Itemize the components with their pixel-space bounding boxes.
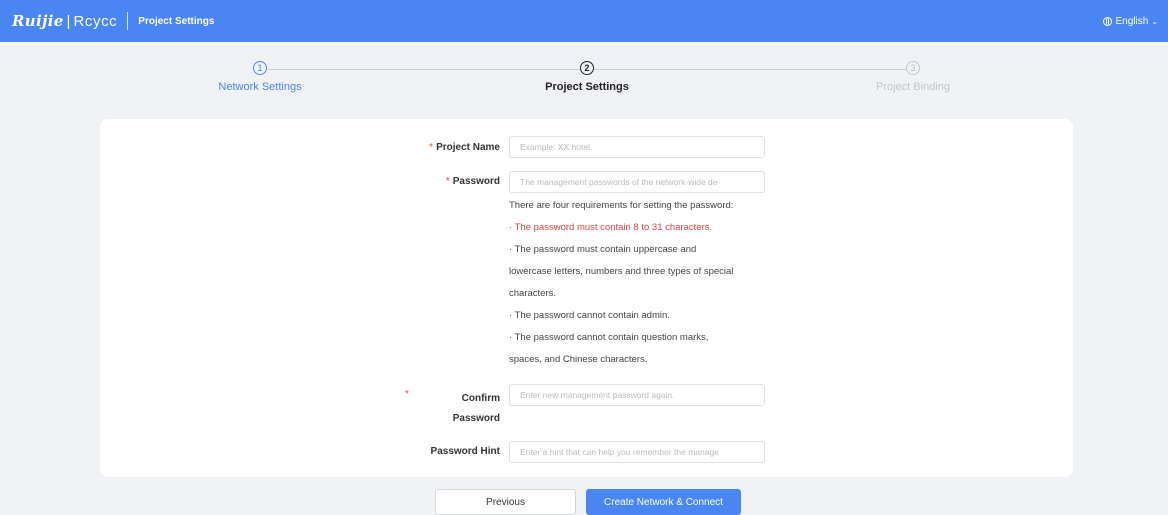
rule-composition-end: characters. xyxy=(509,288,556,299)
top-bar: Ruijie | Rcycc Project Settings English … xyxy=(0,0,1168,42)
language-label: English xyxy=(1115,15,1149,27)
rule-no-special-cont: spaces, and Chinese characters. xyxy=(509,354,648,365)
password-hint-input[interactable] xyxy=(509,441,765,463)
logo-reyee-text: Rcycc xyxy=(73,12,118,30)
step-2-circle: 2 xyxy=(580,61,594,75)
previous-button[interactable]: Previous xyxy=(435,489,576,515)
logo-ruijie-text: Ruijie xyxy=(12,12,64,30)
project-name-label: * Project Name xyxy=(429,142,500,153)
confirm-password-label: Confirm Password xyxy=(452,393,500,424)
progress-stepper: 1 Network Settings 2 Project Settings 3 … xyxy=(0,58,1168,108)
password-requirements: There are four requirements for setting … xyxy=(509,195,774,371)
step-project-settings: 2 Project Settings xyxy=(487,61,687,93)
step-project-binding: 3 Project Binding xyxy=(813,61,1013,93)
password-label: * Password xyxy=(445,176,500,187)
project-settings-card: *Project Name *Password There are four r… xyxy=(100,119,1073,477)
step-network-settings: 1 Network Settings xyxy=(160,61,360,93)
step-2-label: Project Settings xyxy=(545,81,629,93)
confirm-password-input[interactable] xyxy=(509,384,765,406)
step-3-label: Project Binding xyxy=(876,81,950,93)
rule-composition-cont: lowercase letters, numbers and three typ… xyxy=(509,266,734,277)
rule-length: · The password must contain 8 to 31 char… xyxy=(509,222,713,233)
create-network-connect-button[interactable]: Create Network & Connect xyxy=(586,489,741,515)
required-mark: * xyxy=(429,142,434,153)
rule-composition: · The password must contain uppercase an… xyxy=(509,244,697,255)
rule-no-admin: · The password cannot contain admin. xyxy=(509,310,670,321)
header-divider xyxy=(127,12,129,30)
project-name-input[interactable] xyxy=(509,136,765,158)
password-input[interactable] xyxy=(509,171,765,193)
globe-icon xyxy=(1103,16,1113,26)
language-selector[interactable]: English ⌄ xyxy=(1103,0,1158,42)
page-title: Project Settings xyxy=(138,15,215,27)
required-mark: * xyxy=(405,389,409,400)
step-3-circle: 3 xyxy=(906,61,920,75)
requirements-intro: There are four requirements for setting … xyxy=(509,200,734,211)
chevron-down-icon: ⌄ xyxy=(1151,16,1158,26)
step-1-circle: 1 xyxy=(253,61,267,75)
step-1-label: Network Settings xyxy=(218,81,302,93)
ruijie-reyee-logo: Ruijie | Rcycc xyxy=(12,0,117,42)
password-hint-label: Password Hint xyxy=(430,446,500,457)
required-mark: * xyxy=(445,176,450,187)
logo-separator: | xyxy=(66,12,71,30)
rule-no-special: · The password cannot contain question m… xyxy=(509,332,709,343)
